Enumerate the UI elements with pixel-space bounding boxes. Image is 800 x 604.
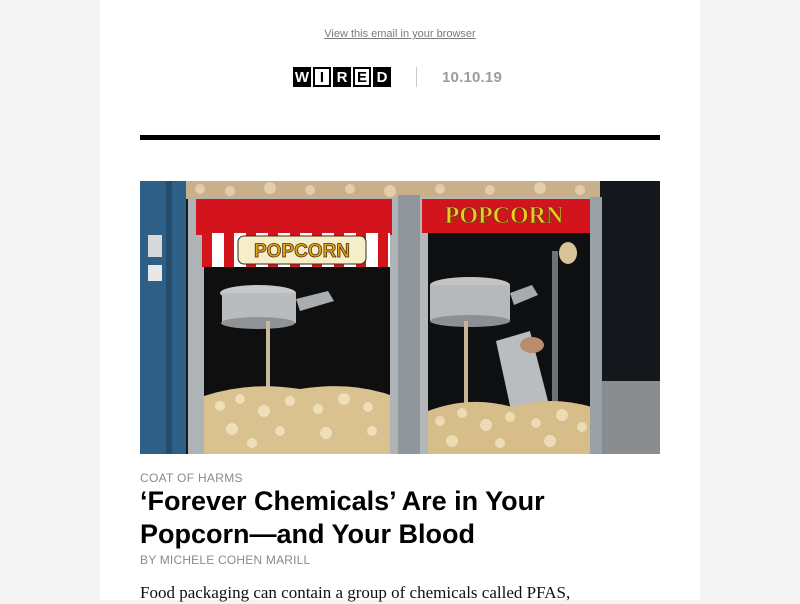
email-container: View this email in your browser W I R E …: [100, 0, 700, 602]
masthead-divider: [416, 67, 417, 87]
logo-letter-w: W: [293, 67, 311, 87]
hero-image[interactable]: POPCORN POPCORN: [140, 181, 660, 454]
logo-letter-r: R: [333, 67, 351, 87]
masthead: W I R E D 10.10.19: [293, 66, 502, 88]
issue-date: 10.10.19: [442, 68, 502, 86]
article-dek: Food packaging can contain a group of ch…: [140, 583, 571, 602]
logo-letter-d: D: [373, 67, 391, 87]
article-kicker[interactable]: COAT OF HARMS: [140, 471, 243, 485]
popcorn-sign-right: POPCORN: [445, 203, 564, 229]
wired-logo[interactable]: W I R E D: [293, 67, 391, 87]
logo-letter-e: E: [353, 67, 371, 87]
article-headline[interactable]: ‘Forever Chemicals’ Are in Your Popcorn—…: [140, 485, 660, 551]
view-in-browser-link[interactable]: View this email in your browser: [100, 28, 700, 40]
header-rule: [140, 135, 660, 140]
article-byline: BY MICHELE COHEN MARILL: [140, 553, 311, 567]
logo-letter-i: I: [313, 67, 331, 87]
popcorn-sign-left: POPCORN: [254, 241, 350, 262]
